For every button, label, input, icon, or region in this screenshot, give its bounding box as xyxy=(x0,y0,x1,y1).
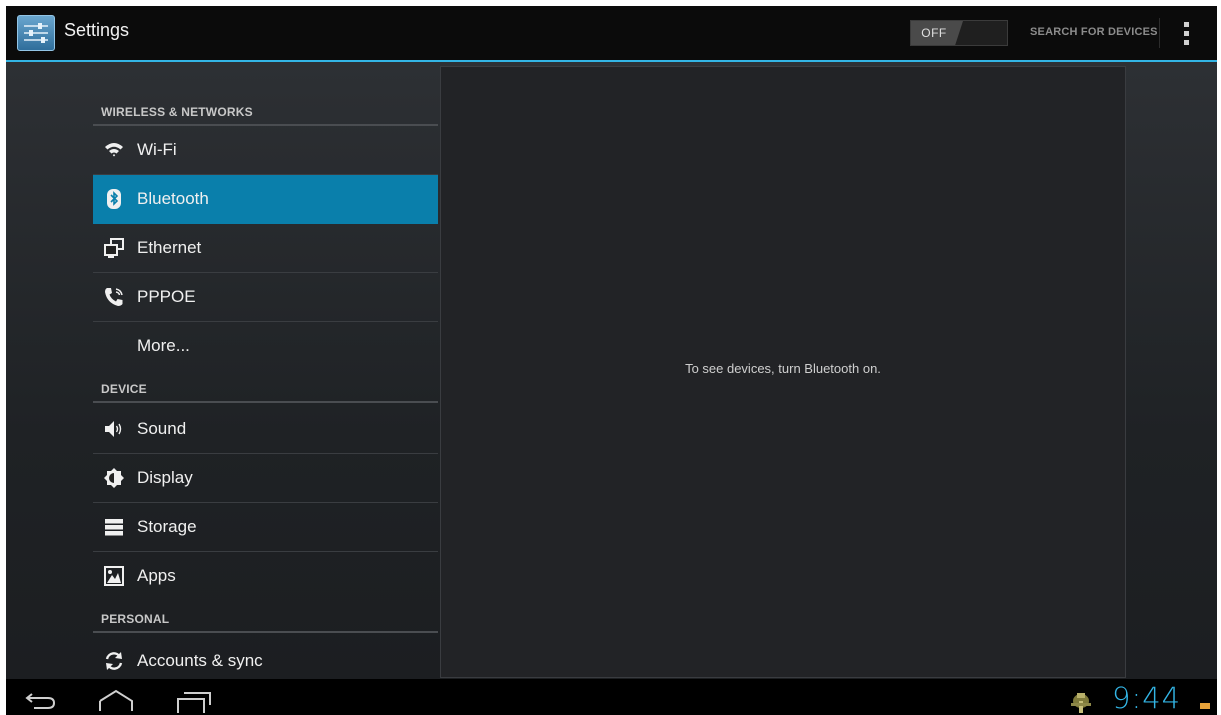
brightness-icon xyxy=(103,467,125,489)
search-for-devices-button[interactable]: SEARCH FOR DEVICES xyxy=(1030,26,1158,38)
section-header-label: PERSONAL xyxy=(101,612,170,626)
wifi-icon xyxy=(103,139,125,161)
system-bar: 9:44 xyxy=(6,679,1217,715)
section-header-personal: PERSONAL xyxy=(93,603,438,633)
empty-state-message: To see devices, turn Bluetooth on. xyxy=(685,361,881,376)
nav-item-label: Wi-Fi xyxy=(137,140,177,159)
nav-item-label: PPPOE xyxy=(137,287,196,306)
nav-item-label: Display xyxy=(137,468,193,487)
toggle-label: OFF xyxy=(921,26,947,40)
bluetooth-icon xyxy=(103,188,125,210)
nav-item-label: Ethernet xyxy=(137,238,202,257)
android-notification-icon[interactable] xyxy=(1068,687,1094,715)
ethernet-icon xyxy=(103,237,125,259)
nav-item-label: Apps xyxy=(137,566,176,585)
android-screen: Settings OFF SEARCH FOR DEVICES WIRELESS… xyxy=(6,6,1217,715)
nav-item-wifi[interactable]: Wi-Fi xyxy=(93,126,438,175)
back-icon[interactable] xyxy=(24,691,56,715)
recents-icon[interactable] xyxy=(176,691,212,715)
nav-item-label: Storage xyxy=(137,517,197,536)
page-title: Settings xyxy=(64,20,130,40)
corner-indicator xyxy=(1200,703,1210,709)
action-bar: Settings OFF SEARCH FOR DEVICES xyxy=(6,6,1217,62)
nav-item-label: More... xyxy=(137,336,190,355)
home-icon[interactable] xyxy=(98,689,134,715)
section-header-label: DEVICE xyxy=(101,382,147,396)
settings-sliders-icon[interactable] xyxy=(17,15,55,51)
section-header-wireless: WIRELESS & NETWORKS xyxy=(93,96,438,126)
nav-item-label: Accounts & sync xyxy=(137,651,263,670)
settings-content: WIRELESS & NETWORKS Wi-Fi Bluetooth Ethe… xyxy=(6,62,1217,679)
nav-item-storage[interactable]: Storage xyxy=(93,503,438,552)
phone-icon xyxy=(103,286,125,308)
overflow-menu-icon[interactable] xyxy=(1184,22,1190,46)
sync-icon xyxy=(103,650,125,672)
nav-item-label: Sound xyxy=(137,419,187,438)
nav-item-label: Bluetooth xyxy=(137,189,209,208)
apps-icon xyxy=(103,565,125,587)
nav-item-bluetooth[interactable]: Bluetooth xyxy=(93,175,438,224)
nav-item-ethernet[interactable]: Ethernet xyxy=(93,224,438,273)
speaker-icon xyxy=(103,418,125,440)
section-header-device: DEVICE xyxy=(93,373,438,403)
bluetooth-toggle[interactable]: OFF xyxy=(910,20,1008,46)
nav-item-sound[interactable]: Sound xyxy=(93,405,438,454)
nav-item-display[interactable]: Display xyxy=(93,454,438,503)
nav-item-more[interactable]: More... xyxy=(93,322,438,371)
section-header-label: WIRELESS & NETWORKS xyxy=(101,105,253,119)
action-bar-divider xyxy=(1159,18,1160,48)
bluetooth-detail-pane: To see devices, turn Bluetooth on. xyxy=(440,66,1126,678)
settings-nav: WIRELESS & NETWORKS Wi-Fi Bluetooth Ethe… xyxy=(93,62,438,679)
status-clock: 9:44 xyxy=(1112,681,1182,715)
storage-icon xyxy=(103,516,125,538)
nav-item-pppoe[interactable]: PPPOE xyxy=(93,273,438,322)
nav-item-apps[interactable]: Apps xyxy=(93,552,438,601)
